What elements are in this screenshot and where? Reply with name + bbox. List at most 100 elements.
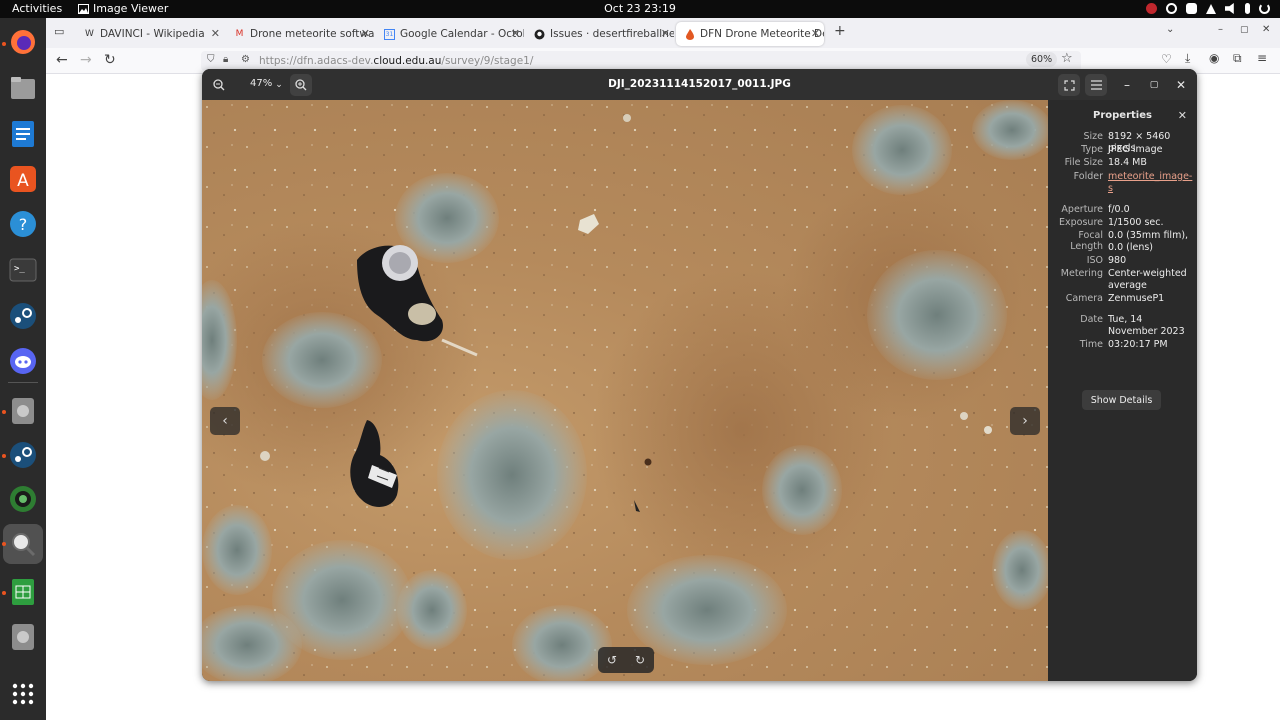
property-value: 1/1500 sec. — [1108, 217, 1164, 228]
maximize-window-icon[interactable]: ▢ — [1240, 25, 1249, 35]
steam-icon[interactable] — [7, 300, 39, 332]
discord-icon[interactable] — [7, 345, 39, 377]
running-indicator — [2, 591, 6, 595]
permissions-icon[interactable]: ⚙ — [241, 54, 250, 65]
help-icon[interactable]: ? — [7, 208, 39, 240]
previous-image-button[interactable]: ‹ — [210, 407, 240, 435]
close-tab-icon[interactable]: ✕ — [361, 27, 370, 40]
tab-google-calendar[interactable]: 31 Google Calendar - Octob ✕ — [376, 22, 524, 46]
account-icon[interactable]: ◉ — [1209, 51, 1219, 65]
chevron-down-icon[interactable]: ⌄ — [268, 74, 290, 96]
app-name: Image Viewer — [93, 2, 169, 15]
close-tab-icon[interactable]: ✕ — [211, 27, 220, 40]
extensions-icon[interactable]: ⧉ — [1233, 51, 1242, 66]
property-key: Metering — [1060, 268, 1103, 279]
tab-strip: ▭ W DAVINCI - Wikipedia ✕ M Drone meteor… — [46, 18, 1280, 48]
app-menu[interactable]: Image Viewer — [78, 2, 168, 15]
forward-icon[interactable]: → — [80, 52, 92, 68]
property-value: Center-weighted average — [1108, 268, 1187, 291]
lock-icon[interactable]: 🔒︎ — [223, 54, 228, 65]
folder-link[interactable]: meteorite_image-s — [1108, 171, 1194, 194]
property-key: Focal Length — [1070, 230, 1103, 252]
property-value: 980 — [1108, 255, 1127, 266]
zoom-indicator[interactable]: 60% — [1026, 52, 1058, 67]
back-icon[interactable]: ← — [56, 52, 68, 68]
main-menu-button[interactable] — [1085, 74, 1107, 96]
zoom-in-button[interactable] — [290, 74, 312, 96]
property-value: 03:20:17 PM — [1108, 339, 1168, 350]
new-tab-button[interactable]: + — [834, 23, 846, 39]
bookmark-star-icon[interactable]: ☆ — [1061, 51, 1073, 66]
url-bar[interactable]: ⛉ 🔒︎ ⚙ https://dfn.adacs-dev. cloud.edu.a… — [201, 51, 1081, 71]
globe-icon[interactable] — [7, 483, 39, 515]
zoom-in-icon — [295, 79, 307, 91]
spreadsheet-icon[interactable] — [7, 576, 39, 608]
next-image-button[interactable]: › — [1010, 407, 1040, 435]
property-folder: Folder meteorite_image-s — [1048, 171, 1197, 194]
fullscreen-button[interactable] — [1058, 74, 1080, 96]
rotate-left-icon[interactable]: ↺ — [607, 653, 617, 667]
close-tab-icon[interactable]: ✕ — [511, 27, 520, 40]
close-window-icon[interactable]: ✕ — [1262, 24, 1270, 35]
menu-icon[interactable]: ≡ — [1257, 51, 1267, 65]
property-value: ZenmuseP1 — [1108, 293, 1165, 304]
volume-icon[interactable] — [1225, 3, 1234, 14]
shield-icon[interactable]: ⛉ — [207, 54, 215, 65]
system-tray[interactable] — [1146, 3, 1270, 14]
power-icon[interactable] — [1259, 3, 1270, 14]
maximize-icon[interactable]: ▢ — [1143, 74, 1165, 96]
dock: A ? >_ — [0, 18, 46, 720]
wikipedia-icon: W — [85, 29, 94, 39]
app-grid-icon[interactable] — [7, 678, 39, 710]
tab-davinci[interactable]: W DAVINCI - Wikipedia ✕ — [76, 22, 224, 46]
tab-label: Drone meteorite softwar — [250, 28, 374, 40]
disk-icon[interactable] — [7, 621, 39, 653]
close-icon[interactable]: ✕ — [1170, 74, 1192, 96]
properties-title: Properties — [1093, 110, 1152, 121]
network-icon[interactable] — [1206, 3, 1216, 14]
tab-label: Google Calendar - Octob — [400, 28, 524, 40]
tab-label: Issues · desertfireballnet — [550, 28, 674, 40]
downloads-icon[interactable]: ⤓ — [1185, 51, 1190, 66]
record-icon[interactable] — [1146, 3, 1157, 14]
steam-icon[interactable] — [7, 439, 39, 471]
close-tab-icon[interactable]: ✕ — [661, 27, 670, 40]
image-viewer-icon[interactable] — [3, 524, 43, 564]
steam-tray-icon[interactable] — [1166, 3, 1177, 14]
chevron-right-icon: › — [1022, 413, 1028, 429]
writer-icon[interactable] — [7, 118, 39, 150]
rotate-right-icon[interactable]: ↻ — [635, 653, 645, 667]
reload-icon[interactable]: ↻ — [104, 52, 116, 68]
tab-overview-icon[interactable]: ▭ — [54, 25, 64, 38]
clock[interactable]: Oct 23 23:19 — [0, 2, 1280, 15]
property-type: Type JPEG image — [1048, 144, 1197, 156]
minimize-window-icon[interactable]: – — [1218, 24, 1223, 35]
image-filename: DJI_20231114152017_0011.JPG — [608, 78, 791, 90]
url-path: /survey/9/stage1/ — [441, 55, 534, 67]
close-properties-icon[interactable]: ✕ — [1178, 109, 1187, 122]
tab-drone-software[interactable]: M Drone meteorite softwar ✕ — [226, 22, 374, 46]
property-value: 0.0 (35mm film), 0.0 (lens) — [1108, 230, 1189, 253]
disk-icon[interactable] — [7, 395, 39, 427]
property-value: JPEG image — [1108, 144, 1163, 155]
property-key: Aperture — [1061, 204, 1103, 215]
property-value: f/0.0 — [1108, 204, 1130, 215]
close-tab-icon[interactable]: ✕ — [811, 27, 820, 40]
show-details-button[interactable]: Show Details — [1082, 390, 1161, 410]
files-icon[interactable] — [7, 72, 39, 104]
firefox-icon[interactable] — [7, 26, 39, 58]
app-store-icon[interactable]: A — [7, 163, 39, 195]
tab-dfn-drone[interactable]: DFN Drone Meteorite De ✕ — [676, 22, 824, 46]
list-tabs-icon[interactable]: ⌄ — [1166, 24, 1174, 35]
terminal-icon[interactable]: >_ — [7, 254, 39, 286]
minimize-icon[interactable]: – — [1116, 74, 1138, 96]
zoom-out-button[interactable] — [208, 74, 230, 96]
property-key: ISO — [1086, 255, 1103, 266]
aerial-photo[interactable]: ‹ › ↺ ↻ — [202, 100, 1048, 681]
tab-github-issues[interactable]: Issues · desertfireballnet ✕ — [526, 22, 674, 46]
property-metering: Metering Center-weighted average — [1048, 268, 1197, 291]
discord-tray-icon[interactable] — [1186, 3, 1197, 14]
microphone-icon[interactable] — [1245, 3, 1250, 14]
pocket-icon[interactable]: ♡ — [1161, 52, 1172, 66]
activities-button[interactable]: Activities — [12, 2, 62, 15]
